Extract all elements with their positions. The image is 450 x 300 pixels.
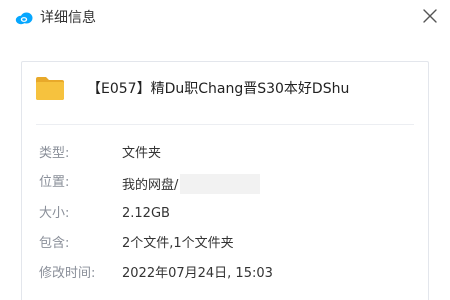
title-bar: 详细信息 bbox=[0, 0, 450, 36]
type-label: 类型: bbox=[39, 146, 70, 161]
location-value[interactable]: 我的网盘/ bbox=[122, 174, 261, 195]
location-label: 位置: bbox=[39, 175, 70, 190]
redacted-area bbox=[180, 174, 261, 194]
contains-label: 包含: bbox=[39, 236, 70, 251]
close-button[interactable] bbox=[418, 4, 442, 28]
size-label: 大小: bbox=[39, 206, 70, 221]
size-value: 2.12GB bbox=[122, 206, 170, 221]
location-path[interactable]: 我的网盘/ bbox=[122, 178, 178, 193]
dialog-title: 详细信息 bbox=[40, 10, 96, 26]
close-icon bbox=[423, 9, 437, 23]
folder-icon bbox=[36, 77, 64, 100]
modified-label: 修改时间: bbox=[39, 266, 96, 281]
modified-value: 2022年07月24日, 15:03 bbox=[122, 266, 273, 281]
type-value: 文件夹 bbox=[122, 146, 162, 161]
contains-value: 2个文件,1个文件夹 bbox=[122, 236, 234, 251]
divider bbox=[36, 124, 414, 125]
cloud-icon bbox=[15, 12, 33, 25]
file-name: 【E057】精Du职Chang晋S30本好DShu bbox=[87, 81, 350, 97]
details-dialog: 详细信息 【E057】精Du职Chang晋S30本好DShu 类型: 文件夹 位… bbox=[0, 0, 450, 300]
